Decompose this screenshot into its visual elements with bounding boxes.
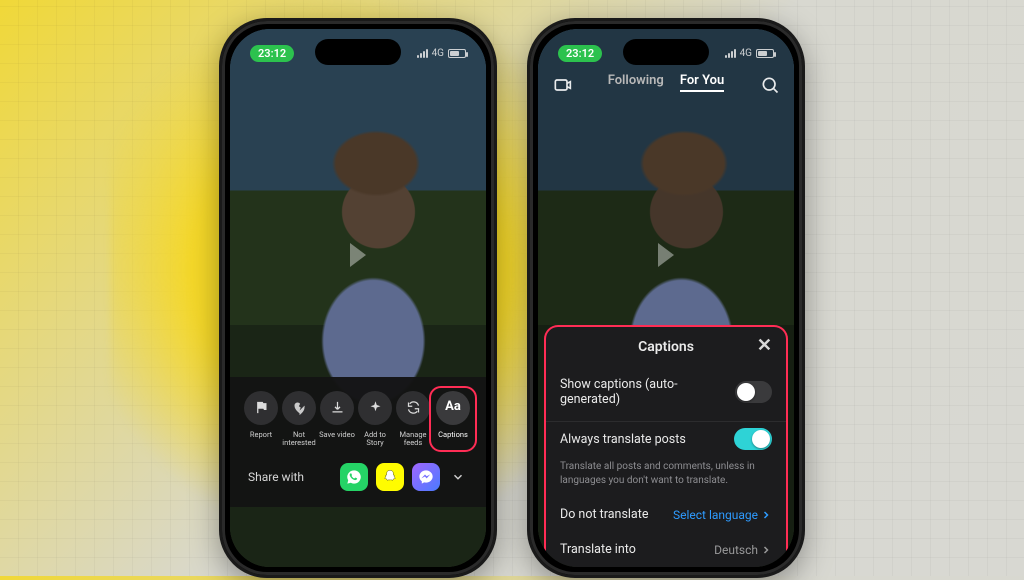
action-label: Add to Story xyxy=(356,431,394,448)
action-sheet: Report Not interested Save video xyxy=(230,377,486,508)
row-label: Translate into xyxy=(560,542,636,557)
toggle-always-translate[interactable] xyxy=(734,428,772,450)
action-manage-feeds[interactable]: Manage feeds xyxy=(394,391,432,448)
feed-tabs: Following For You xyxy=(538,73,794,92)
battery-icon xyxy=(756,49,774,58)
status-right: 4G xyxy=(725,48,774,59)
phone-right-screen: 23:12 4G Following For You xyxy=(538,29,794,567)
toggle-show-captions[interactable] xyxy=(735,381,772,403)
action-captions[interactable]: Aa Captions xyxy=(429,386,477,453)
phone-left-screen: 23:12 4G Report xyxy=(230,29,486,567)
row-show-captions: Show captions (auto-generated) xyxy=(560,367,772,417)
close-icon[interactable]: ✕ xyxy=(757,337,772,355)
action-report[interactable]: Report xyxy=(242,391,280,448)
row-translate-into[interactable]: Translate into Deutsch xyxy=(560,532,772,567)
share-more-chevron[interactable] xyxy=(448,467,468,487)
sparkle-icon xyxy=(358,391,392,425)
download-icon xyxy=(320,391,354,425)
action-label: Manage feeds xyxy=(394,431,432,448)
cellular-icon xyxy=(725,49,736,58)
row-do-not-translate[interactable]: Do not translate Select language xyxy=(560,497,772,532)
action-label: Not interested xyxy=(280,431,318,448)
row-label: Always translate posts xyxy=(560,432,686,447)
captions-aa-icon: Aa xyxy=(436,391,470,425)
phone-right: 23:12 4G Following For You xyxy=(527,18,805,578)
messenger-icon[interactable] xyxy=(412,463,440,491)
status-time-pill: 23:12 xyxy=(250,45,294,62)
live-icon[interactable] xyxy=(552,75,572,95)
divider xyxy=(546,421,786,422)
row-value-text: Select language xyxy=(673,508,758,522)
canvas: 23:12 4G Report xyxy=(0,0,1024,576)
panel-header: Captions ✕ xyxy=(560,337,772,367)
row-value: Select language xyxy=(673,508,772,522)
heart-broken-icon xyxy=(282,391,316,425)
dynamic-island xyxy=(623,39,709,65)
action-not-interested[interactable]: Not interested xyxy=(280,391,318,448)
dynamic-island xyxy=(315,39,401,65)
network-label: 4G xyxy=(432,48,444,59)
snapchat-icon[interactable] xyxy=(376,463,404,491)
phone-left: 23:12 4G Report xyxy=(219,18,497,578)
play-icon xyxy=(350,243,366,267)
refresh-icon xyxy=(396,391,430,425)
flag-icon xyxy=(244,391,278,425)
action-row: Report Not interested Save video xyxy=(240,391,476,448)
action-label: Report xyxy=(250,431,272,439)
chevron-right-icon xyxy=(760,509,772,521)
tab-following[interactable]: Following xyxy=(608,73,664,92)
search-icon[interactable] xyxy=(760,75,780,95)
status-time-pill: 23:12 xyxy=(558,45,602,62)
row-sub: Translate all posts and comments, unless… xyxy=(560,460,772,497)
action-add-to-story[interactable]: Add to Story xyxy=(356,391,394,448)
action-save-video[interactable]: Save video xyxy=(318,391,356,448)
action-label: Save video xyxy=(319,431,355,439)
cellular-icon xyxy=(417,49,428,58)
captions-panel: Captions ✕ Show captions (auto-generated… xyxy=(544,325,788,567)
tab-for-you[interactable]: For You xyxy=(680,73,724,92)
row-label: Show captions (auto-generated) xyxy=(560,377,735,407)
row-always-translate: Always translate posts xyxy=(560,426,772,460)
whatsapp-icon[interactable] xyxy=(340,463,368,491)
action-label: Captions xyxy=(438,431,468,439)
row-value: Deutsch xyxy=(714,543,772,557)
status-right: 4G xyxy=(417,48,466,59)
chevron-right-icon xyxy=(760,544,772,556)
row-label: Do not translate xyxy=(560,507,648,522)
play-icon xyxy=(658,243,674,267)
battery-icon xyxy=(448,49,466,58)
network-label: 4G xyxy=(740,48,752,59)
share-with-label: Share with xyxy=(248,470,304,484)
row-value-text: Deutsch xyxy=(714,543,758,557)
panel-title: Captions xyxy=(638,339,694,355)
share-with-row: Share with xyxy=(240,463,476,491)
